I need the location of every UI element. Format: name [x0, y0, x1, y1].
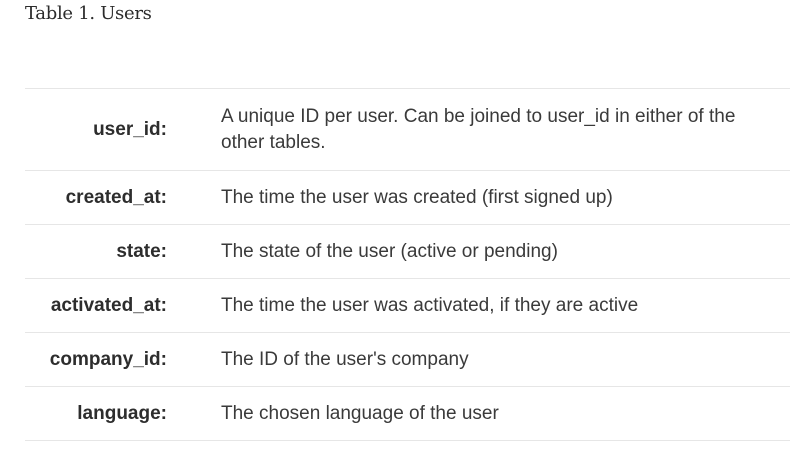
field-name: company_id: [49, 348, 167, 370]
field-name: state: [116, 240, 167, 262]
field-description: The time the user was created (first sig… [221, 186, 613, 208]
table-row: user_id: A unique ID per user. Can be jo… [25, 89, 790, 171]
field-name: language: [77, 402, 167, 424]
table-row: language: The chosen language of the use… [25, 387, 790, 441]
table-row: activated_at: The time the user was acti… [25, 279, 790, 333]
table-row: created_at: The time the user was create… [25, 171, 790, 225]
users-table: user_id: A unique ID per user. Can be jo… [25, 88, 790, 441]
field-description: The ID of the user's company [221, 348, 469, 370]
field-name: user_id: [93, 118, 167, 140]
field-name: created_at: [65, 186, 167, 208]
field-description: The chosen language of the user [221, 402, 499, 424]
table-row: company_id: The ID of the user's company [25, 333, 790, 387]
field-description: A unique ID per user. Can be joined to u… [221, 105, 736, 153]
field-description: The state of the user (active or pending… [221, 240, 558, 262]
field-name: activated_at: [50, 294, 167, 316]
table-row: state: The state of the user (active or … [25, 225, 790, 279]
table-caption: Table 1. Users [25, 3, 152, 24]
field-description: The time the user was activated, if they… [221, 294, 639, 316]
